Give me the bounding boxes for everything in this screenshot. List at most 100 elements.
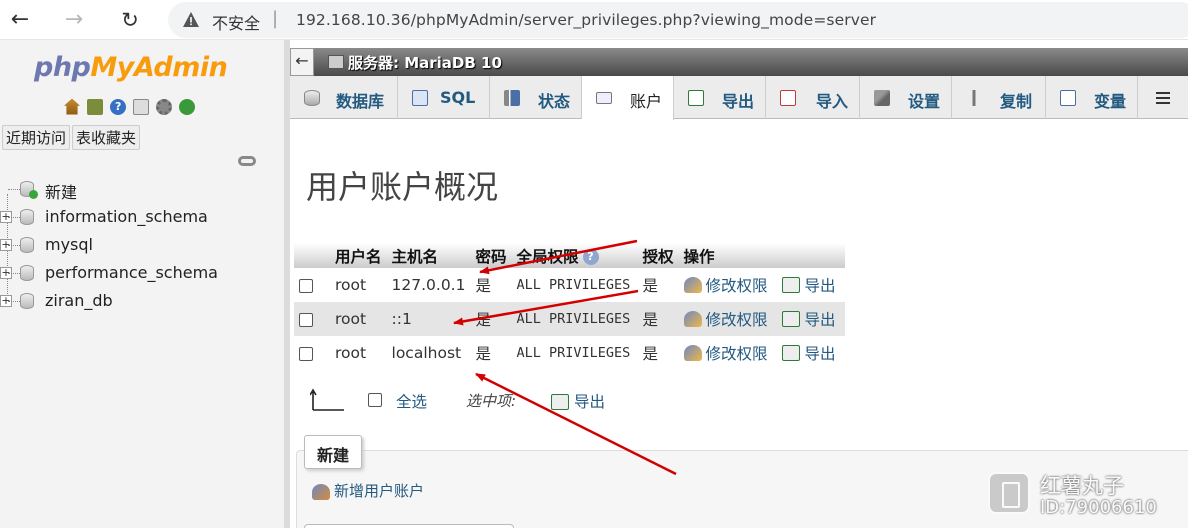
add-user-account-link[interactable]: 新增用户账户 [312,480,424,501]
logo-php: php [34,52,91,83]
tree-item-label[interactable]: mysql [45,235,93,254]
main-content: ← 服务器: MariaDB 10 数据库 SQL 状态 账户 导出 导入 设置… [290,40,1188,528]
edit-privileges-link[interactable]: 修改权限 [706,345,768,363]
logout-icon[interactable] [87,98,104,115]
tab-databases[interactable]: 数据库 [290,76,398,119]
phpmyadmin-logo[interactable]: phpMyAdmin [34,52,228,83]
privileges-cell: ALL PRIVILEGES [511,302,638,336]
tab-label: 变量 [1094,92,1127,111]
wrench-icon [874,90,890,106]
documentation-icon[interactable] [133,98,150,115]
recent-tab[interactable]: 近期访问 [2,125,71,150]
select-all-checkbox[interactable] [368,393,382,407]
host-cell: localhost [386,336,471,370]
select-column-header [294,243,330,268]
tab-export[interactable]: 导出 [674,76,766,119]
edit-privileges-link[interactable]: 修改权限 [706,277,768,295]
warning-icon [183,12,199,27]
tab-status[interactable]: 状态 [490,76,582,119]
next-fieldset-edge [304,524,514,528]
page-title: 用户账户概况 [306,168,499,206]
table-row: root 127.0.0.1 是 ALL PRIVILEGES 是 修改权限 导… [294,268,845,302]
tab-variables[interactable]: 变量 [1046,76,1138,119]
export-link[interactable]: 导出 [804,345,835,363]
select-all-label[interactable]: 全选 [396,390,427,412]
export-link[interactable]: 导出 [804,277,835,295]
watermark-glyph [1002,482,1020,508]
home-icon[interactable] [64,98,80,115]
action-cell: 修改权限 导出 [678,268,845,302]
server-breadcrumb[interactable]: 服务器: MariaDB 10 [348,52,502,73]
database-tree: 新建 + information_schema + mysql + perfor… [0,176,284,316]
back-arrow-icon[interactable]: ← [6,6,34,34]
tree-item-label[interactable]: information_schema [45,207,208,226]
tree-item-new[interactable]: 新建 [0,176,284,204]
security-status[interactable]: 不安全 [212,10,260,34]
tab-accounts[interactable]: 账户 [582,76,674,120]
tree-item-information-schema[interactable]: + information_schema [0,204,284,232]
link-with-main-icon[interactable] [238,156,256,166]
export-icon [551,394,569,410]
favorites-tab[interactable]: 表收藏夹 [72,125,141,150]
help-icon[interactable]: ? [582,249,599,265]
user-cell: root [330,336,387,370]
url-text[interactable]: 192.168.10.36/phpMyAdmin/server_privileg… [296,11,876,29]
column-header-grant[interactable]: 授权 [637,243,679,268]
column-header-host[interactable]: 主机名 [386,243,471,268]
sql-icon [412,90,428,106]
column-header-password[interactable]: 密码 [470,243,512,268]
reload-navigation-icon[interactable] [179,98,196,115]
export-selected-link[interactable]: 导出 [574,390,605,412]
database-icon [20,293,34,309]
tab-label: 账户 [630,92,663,111]
address-bar[interactable]: 不安全 | 192.168.10.36/phpMyAdmin/server_pr… [168,2,1188,38]
forward-arrow-icon[interactable]: → [60,6,88,34]
variables-icon [1060,90,1076,106]
column-header-global-privileges[interactable]: 全局权限? [511,243,638,268]
tree-item-label[interactable]: ziran_db [45,291,113,310]
table-row: root ::1 是 ALL PRIVILEGES 是 修改权限 导出 [294,302,845,336]
row-checkbox[interactable] [299,312,313,327]
row-checkbox[interactable] [299,278,313,293]
settings-gear-icon[interactable] [156,98,173,115]
row-checkbox[interactable] [299,346,313,361]
user-cell: root [330,302,387,336]
password-cell: 是 [470,268,512,302]
browser-toolbar: ← → ↻ 不安全 | 192.168.10.36/phpMyAdmin/ser… [0,0,1188,40]
tree-item-ziran-db[interactable]: + ziran_db [0,288,284,316]
tab-more[interactable] [1138,76,1188,119]
tree-item-label[interactable]: 新建 [45,179,77,203]
host-cell: 127.0.0.1 [386,268,471,302]
tab-import[interactable]: 导入 [766,76,860,119]
grant-cell: 是 [637,302,679,336]
collapse-navigation-button[interactable]: ← [290,48,314,76]
edit-privileges-link[interactable]: 修改权限 [706,311,768,329]
row-select-cell [294,268,330,302]
tab-sql[interactable]: SQL [398,76,490,119]
replication-icon [966,90,982,106]
tree-connector [8,245,20,246]
tab-replication[interactable]: 复制 [952,76,1046,119]
database-icon [304,90,320,106]
reload-icon[interactable]: ↻ [116,6,144,34]
table-header-row: 用户名 主机名 密码 全局权限? 授权 操作 [294,243,845,268]
export-icon [782,277,801,293]
grant-cell: 是 [637,268,679,302]
privileges-cell: ALL PRIVILEGES [511,336,638,370]
action-cell: 修改权限 导出 [678,336,845,370]
new-database-icon [20,181,38,199]
tab-settings[interactable]: 设置 [860,76,952,119]
column-header-user[interactable]: 用户名 [330,243,387,268]
grant-cell: 是 [637,336,679,370]
tree-item-label[interactable]: performance_schema [45,263,218,282]
accounts-icon [596,92,612,104]
database-icon [20,209,34,225]
tree-item-performance-schema[interactable]: + performance_schema [0,260,284,288]
tree-item-mysql[interactable]: + mysql [0,232,284,260]
user-accounts-table: 用户名 主机名 密码 全局权限? 授权 操作 root 127.0.0.1 是 … [294,243,845,370]
tab-label: 复制 [1000,92,1033,111]
help-icon[interactable]: ? [110,98,127,115]
export-link[interactable]: 导出 [804,311,835,329]
tree-connector [8,301,20,302]
export-icon [782,311,801,327]
